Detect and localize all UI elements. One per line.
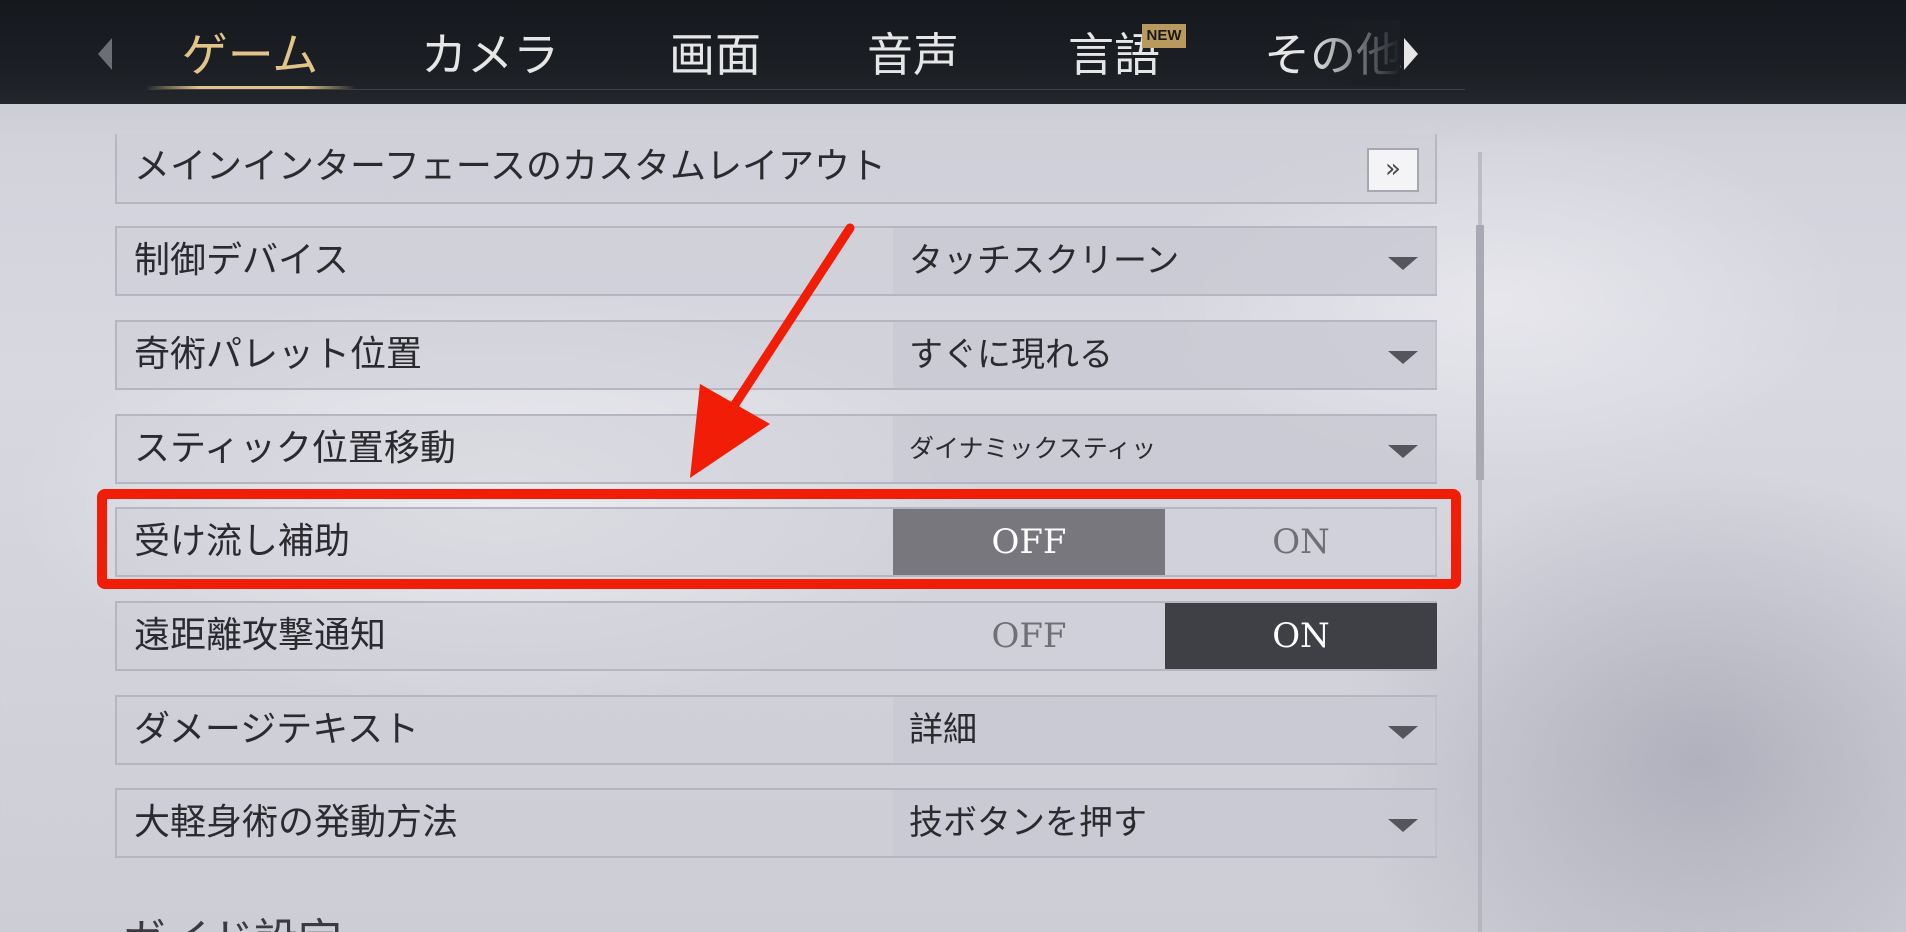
row-label: 受け流し補助 [134,521,351,562]
tab-screen[interactable]: 画面 [665,26,765,84]
chevron-down-icon [1388,726,1418,739]
dropdown-value: ダイナミックスティッ [909,434,1157,463]
chevron-down-icon [1388,819,1418,832]
stick-move-dropdown[interactable]: ダイナミックスティッ [893,416,1437,482]
row-ranged-notice: 遠距離攻撃通知 OFF ON [115,601,1437,671]
row-palette-position: 奇術パレット位置 すぐに現れる [115,320,1437,390]
scrollbar-thumb[interactable] [1476,225,1484,480]
parry-assist-on-button[interactable]: ON [1165,509,1437,575]
row-control-device: 制御デバイス タッチスクリーン [115,226,1437,296]
dropdown-value: 技ボタンを押す [909,803,1147,843]
row-lightness-skill: 大軽身術の発動方法 技ボタンを押す [115,788,1437,858]
lightness-skill-dropdown[interactable]: 技ボタンを押す [893,790,1437,856]
ranged-notice-toggle: OFF ON [893,603,1437,669]
row-custom-layout: メインインターフェースのカスタムレイアウト » [115,134,1437,204]
chevron-down-icon [1388,445,1418,458]
chevron-down-icon [1388,257,1418,270]
section-header: ガイド設定 [122,904,342,932]
row-damage-text: ダメージテキスト 詳細 [115,695,1437,765]
tab-divider [150,89,1465,90]
dropdown-value: すぐに現れる [909,335,1113,375]
tab-scroll-left-icon[interactable] [98,38,112,70]
palette-position-dropdown[interactable]: すぐに現れる [893,322,1437,388]
tab-other[interactable]: その他 [1264,26,1414,84]
row-parry-assist: 受け流し補助 OFF ON [115,507,1437,577]
dropdown-value: 詳細 [909,710,977,750]
top-tab-bar: ゲーム カメラ 画面 音声 言語 NEW その他 [0,0,1906,104]
ranged-notice-on-button[interactable]: ON [1165,603,1437,669]
row-label: 奇術パレット位置 [134,334,423,375]
tab-game[interactable]: ゲーム [150,26,350,84]
new-badge: NEW [1142,24,1186,48]
chevron-down-icon [1388,351,1418,364]
parry-assist-toggle: OFF ON [893,509,1437,575]
control-device-dropdown[interactable]: タッチスクリーン [893,228,1437,294]
double-chevron-right-icon[interactable]: » [1367,148,1419,192]
row-label: 遠距離攻撃通知 [134,615,387,656]
row-label: 制御デバイス [134,240,349,281]
ranged-notice-off-button[interactable]: OFF [893,603,1165,669]
row-label: スティック位置移動 [134,428,456,469]
tab-camera[interactable]: カメラ [410,26,570,84]
damage-text-dropdown[interactable]: 詳細 [893,697,1437,763]
dropdown-value: タッチスクリーン [909,241,1180,281]
tab-audio[interactable]: 音声 [863,26,963,84]
row-label: 大軽身術の発動方法 [134,802,459,843]
tab-scroll-right-icon[interactable] [1404,38,1418,70]
row-label: ダメージテキスト [134,709,420,750]
parry-assist-off-button[interactable]: OFF [893,509,1165,575]
list-top-fade [0,104,1906,144]
row-stick-move: スティック位置移動 ダイナミックスティッ [115,414,1437,484]
